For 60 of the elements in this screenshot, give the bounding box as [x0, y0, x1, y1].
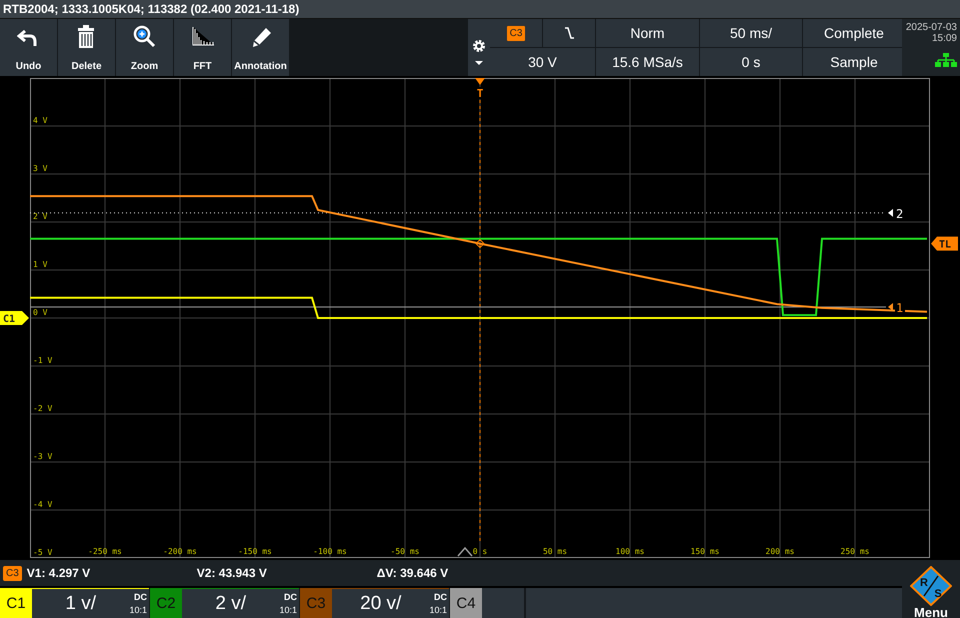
- channel-marker[interactable]: C1: [0, 311, 29, 325]
- measurement-value: ΔV: 39.646 V: [376, 566, 450, 580]
- axis-label: -150 ms: [238, 547, 272, 556]
- sample-rate-field[interactable]: 15.6 MSa/s: [596, 48, 699, 76]
- axis-label: 200 ms: [766, 547, 794, 556]
- position-marker-icon: [457, 546, 473, 556]
- trigger-slope-button[interactable]: [543, 19, 595, 47]
- axis-label: -1 V: [33, 356, 52, 365]
- axis-label: 50 ms: [542, 547, 568, 556]
- cursor-line[interactable]: [30, 306, 886, 308]
- axis-label: 250 ms: [840, 547, 870, 556]
- acquisition-mode-field[interactable]: Sample: [803, 48, 905, 76]
- channel-scale-field[interactable]: 20 v/ DC 10:1: [332, 588, 449, 618]
- zoom-button[interactable]: Zoom: [116, 19, 173, 76]
- trigger-level-marker[interactable]: TL: [931, 236, 958, 251]
- axis-label: -100 ms: [313, 547, 347, 556]
- channel-button[interactable]: C1: [0, 588, 32, 618]
- axis-label: 3 V: [33, 164, 48, 173]
- annotation-button[interactable]: Annotation: [232, 19, 289, 76]
- timebase-field[interactable]: 50 ms/: [700, 19, 802, 47]
- measurement-value: V1: 4.297 V: [26, 566, 92, 580]
- trigger-level-field[interactable]: 30 V: [490, 48, 595, 76]
- axis-label: -200 ms: [163, 547, 197, 556]
- measurement-value: V2: 43.943 V: [196, 566, 268, 580]
- axis-label: 100 ms: [616, 547, 644, 556]
- axis-label: -2 V: [33, 404, 52, 413]
- zoom-icon: [132, 25, 156, 49]
- axis-label: -5 V: [33, 548, 52, 557]
- trigger-point-icon: [475, 238, 485, 248]
- axis-label: 1 V: [33, 260, 48, 269]
- axis-label: 0 s: [472, 547, 488, 556]
- delete-button[interactable]: Delete: [58, 19, 115, 76]
- window-title: RTB2004; 1333.1005K04; 113382 (02.400 2021-11-18): [0, 0, 960, 19]
- axis-label: 2 V: [33, 212, 48, 221]
- position-field[interactable]: 0 s: [700, 48, 802, 76]
- axis-label: -50 ms: [390, 547, 420, 556]
- axis-label: -3 V: [33, 452, 52, 461]
- caret-icon[interactable]: [475, 60, 483, 64]
- fft-button[interactable]: FFT: [174, 19, 231, 76]
- channel-scale-field[interactable]: 2 v/ DC 10:1: [182, 588, 299, 618]
- trigger-mode-field[interactable]: Norm: [596, 19, 699, 47]
- axis-label: -250 ms: [88, 547, 122, 556]
- network-icon: [935, 53, 957, 67]
- axis-label: -4 V: [33, 500, 52, 509]
- channel-button[interactable]: C2: [150, 588, 182, 618]
- date-label: 2025-07-03: [906, 22, 957, 33]
- logo-icon: R S: [910, 566, 952, 606]
- falling-edge-icon: [564, 26, 574, 40]
- axis-label: 0 V: [33, 308, 48, 317]
- axis-label: 150 ms: [690, 547, 720, 556]
- channel-button[interactable]: C4: [450, 588, 482, 618]
- acquisition-field[interactable]: Complete: [803, 19, 905, 47]
- settings-icon[interactable]: [472, 38, 486, 52]
- undo-button[interactable]: Undo: [0, 19, 57, 76]
- channel-scale-field[interactable]: 1 v/ DC 10:1: [32, 588, 149, 618]
- axis-label: 4 V: [33, 116, 48, 125]
- trigger-source-badge[interactable]: C3: [506, 24, 526, 42]
- ref-line-label: T: [476, 87, 484, 100]
- time-label: 15:09: [932, 33, 957, 44]
- measurement-source-badge: C3: [3, 566, 22, 580]
